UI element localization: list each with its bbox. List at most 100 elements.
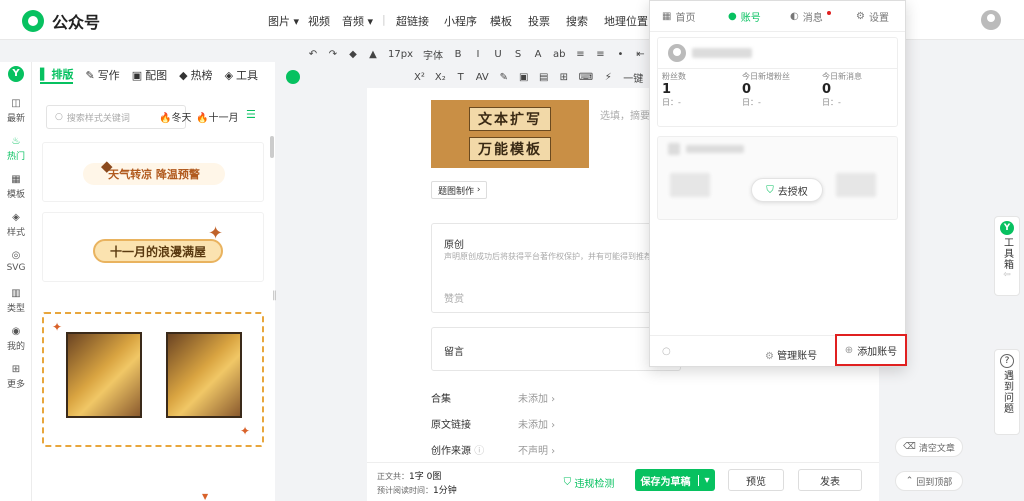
chip-winter[interactable]: 🔥冬天 — [159, 109, 191, 124]
row1-tool-6[interactable]: B — [453, 49, 463, 60]
publish-button[interactable]: 发表 — [798, 469, 862, 491]
row2-tool-7[interactable]: ⊞ — [559, 72, 569, 83]
panel-tab-2[interactable]: ▣ 配图 — [132, 67, 167, 83]
row2-tool-8[interactable]: ⌨ — [579, 72, 593, 83]
nav-hyperlink[interactable]: 超链接 — [396, 13, 429, 29]
row1-tool-7[interactable]: I — [473, 49, 483, 60]
rail-item-3[interactable]: ◈ 样式 — [0, 212, 32, 238]
panel-tab-0[interactable]: ▌ 排版 — [40, 66, 74, 84]
nav-mini-program[interactable]: 小程序 — [444, 13, 477, 29]
row1-tool-14[interactable]: • — [615, 49, 625, 60]
row2-tool-4[interactable]: ✎ — [499, 72, 509, 83]
rail-item-4[interactable]: ◎ SVG — [0, 250, 32, 273]
user-avatar[interactable] — [981, 10, 1001, 30]
stat-label: 今日新消息 — [822, 72, 862, 81]
back-to-top-button[interactable]: ⌃ 回到顶部 — [895, 471, 963, 491]
panel-tab-icon: ▌ — [40, 67, 49, 81]
account-name-blurred — [686, 145, 744, 153]
row1-tool-12[interactable]: ≡ — [575, 49, 585, 60]
panel-toggle[interactable] — [286, 70, 300, 84]
nav-template[interactable]: 模板 — [490, 13, 512, 29]
template-card-november[interactable]: 十一月的浪漫满屋 ✦ — [42, 212, 264, 282]
rail-item-6[interactable]: ◉ 我的 — [0, 326, 32, 352]
collection-label: 合集 — [431, 394, 451, 405]
row2-tool-5[interactable]: ▣ — [519, 72, 529, 83]
stat-0: 粉丝数 1 日：- — [662, 71, 686, 108]
rail-item-0[interactable]: ◫ 最新 — [0, 98, 32, 124]
row1-tool-5[interactable]: 字体 — [423, 47, 443, 62]
row2-tool-10[interactable]: 一键 — [623, 70, 643, 85]
rail-item-7[interactable]: ⊞ 更多 — [0, 364, 32, 390]
row1-tool-15[interactable]: ⇤ — [635, 49, 645, 60]
original-section[interactable]: 原创 声明原创成功后将获得平台著作权保护，并有可能得到推荐 赞赏 — [431, 223, 681, 313]
stat-sub: 日：- — [662, 98, 681, 107]
row2-tool-2[interactable]: T — [456, 72, 466, 83]
row2-tool-9[interactable]: ⚡ — [603, 72, 613, 83]
popup-tab-2[interactable]: ◐ 消息 — [790, 9, 831, 24]
cover-image[interactable]: 文本扩写 万能模板 — [431, 100, 589, 168]
reward-label[interactable]: 赞赏 — [444, 290, 464, 305]
add-account-button[interactable]: ⊕ 添加账号 — [835, 334, 907, 366]
row1-tool-1[interactable]: ↷ — [328, 49, 338, 60]
rail-logo[interactable]: Y — [0, 66, 32, 82]
search-icon[interactable]: ○ — [662, 346, 671, 357]
list-view-icon[interactable]: ☰ — [246, 108, 256, 121]
row2-tool-1[interactable]: X₂ — [435, 72, 446, 83]
save-draft-button[interactable]: 保存为草稿 ▾ — [635, 469, 715, 491]
panel-tab-icon: ▣ — [131, 68, 143, 82]
manage-accounts-button[interactable]: ⚙ 管理账号 — [765, 347, 817, 362]
template-card-photos[interactable]: ✦ ✦ — [42, 312, 264, 447]
collection-value[interactable]: 未添加 › — [518, 390, 555, 405]
rail-label: 我的 — [6, 342, 25, 352]
rail-icon: ♨ — [11, 136, 21, 147]
bottom-bar: 正文共：1字 0图 预计阅读时间：1分钟 ⛉ 违规检测 保存为草稿 ▾ 预览 发表 — [367, 462, 879, 501]
other-account-card[interactable]: ⛉ 去授权 — [657, 136, 898, 220]
toolbox-float[interactable]: Y 工具箱 ⇦ — [994, 216, 1020, 296]
format-toolbar-row2: X² X₂ T AV ✎ ▣ ▤ ⊞ ⌨ ⚡ 一键 — [414, 65, 643, 89]
row2-tool-0[interactable]: X² — [414, 72, 425, 83]
template-card-weather[interactable]: 天气转凉 降温预警 ◆ — [42, 142, 264, 202]
nav-audio-menu[interactable]: 音频 ▾ — [342, 13, 373, 29]
popup-tab-3[interactable]: ⚙ 设置 — [856, 9, 889, 24]
nav-vote[interactable]: 投票 — [528, 13, 550, 29]
compliance-check-button[interactable]: ⛉ 违规检测 — [557, 471, 621, 493]
nav-video[interactable]: 视频 — [308, 13, 330, 29]
row1-tool-4[interactable]: 17px — [388, 49, 413, 60]
comment-section[interactable]: 留言 — [431, 327, 681, 371]
panel-tab-1[interactable]: ✎ 写作 — [85, 67, 119, 83]
popup-tab-1[interactable]: ● 账号 — [728, 9, 761, 24]
summary-input[interactable]: 选填，摘要 — [600, 107, 650, 122]
row2-tool-3[interactable]: AV — [476, 72, 489, 83]
chip-november[interactable]: 🔥十一月 — [196, 109, 238, 124]
panel-tab-4[interactable]: ◈ 工具 — [225, 67, 258, 83]
row1-tool-0[interactable]: ↶ — [308, 49, 318, 60]
shield-icon: ⛉ — [563, 476, 572, 488]
panel-tab-3[interactable]: ◆ 热榜 — [179, 67, 212, 83]
popup-tab-0[interactable]: ▦ 首页 — [662, 9, 695, 24]
nav-image-menu[interactable]: 图片 ▾ — [268, 13, 299, 29]
row1-tool-9[interactable]: S — [513, 49, 523, 60]
panel-resize-handle[interactable]: ‖ — [272, 290, 277, 301]
row1-tool-2[interactable]: ◆ — [348, 49, 358, 60]
source-link-value[interactable]: 未添加 › — [518, 416, 555, 431]
row1-tool-11[interactable]: ab — [553, 49, 565, 60]
rail-item-2[interactable]: ▦ 模板 — [0, 174, 32, 200]
help-float[interactable]: ? 遇到问题 — [994, 349, 1020, 435]
row1-tool-3[interactable]: ▲ — [368, 49, 378, 60]
authorize-button[interactable]: ⛉ 去授权 — [751, 178, 823, 202]
rail-item-5[interactable]: ▥ 类型 — [0, 288, 32, 314]
cover-make-button[interactable]: 题图制作 › — [431, 181, 488, 199]
row1-tool-8[interactable]: U — [493, 49, 503, 60]
row1-tool-13[interactable]: ≡ — [595, 49, 605, 60]
wechat-logo-icon — [22, 10, 44, 32]
nav-location[interactable]: 地理位置 — [604, 13, 648, 29]
nav-search[interactable]: 搜索 — [566, 13, 588, 29]
creation-source-value[interactable]: 不声明 › — [518, 442, 555, 457]
clear-article-button[interactable]: ⌫ 清空文章 — [895, 437, 963, 457]
rail-item-1[interactable]: ♨ 热门 — [0, 136, 32, 162]
panel-scrollbar[interactable] — [270, 136, 274, 158]
row1-tool-10[interactable]: A — [533, 49, 543, 60]
app-logo[interactable]: 公众号 — [22, 9, 100, 33]
row2-tool-6[interactable]: ▤ — [539, 72, 549, 83]
preview-button[interactable]: 预览 — [728, 469, 784, 491]
